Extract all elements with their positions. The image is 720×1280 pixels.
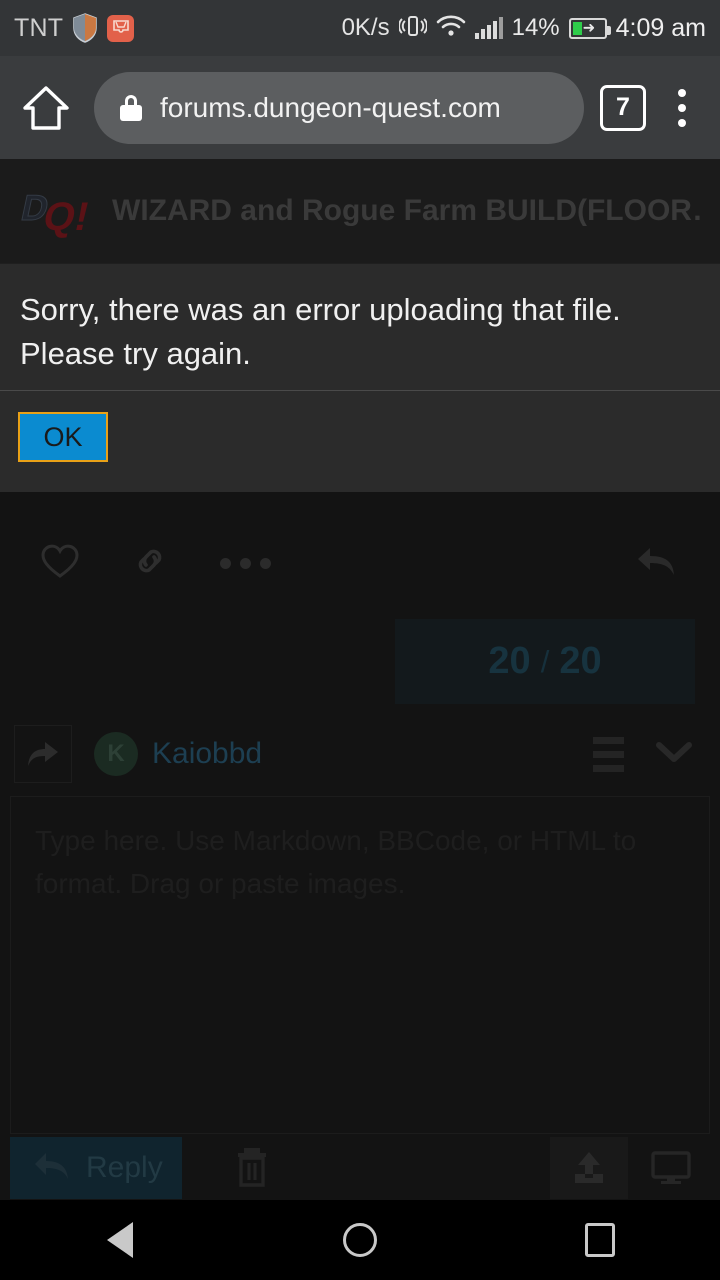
back-triangle-icon[interactable]: [80, 1200, 160, 1280]
reply-arrow-icon: [32, 1149, 72, 1188]
home-circle-icon[interactable]: [320, 1200, 400, 1280]
ok-button[interactable]: OK: [18, 412, 108, 462]
reply-arrow-icon[interactable]: [634, 542, 680, 585]
clock-label: 4:09 am: [615, 13, 706, 42]
upload-progress-panel: 20 / 20: [395, 619, 695, 704]
status-bar: TNT 0K/s 14% ➜ 4:09 am: [0, 0, 720, 56]
android-nav-bar: [0, 1200, 720, 1280]
signal-bars-icon: [474, 17, 503, 39]
url-text: forums.dungeon-quest.com: [160, 91, 501, 123]
upload-progress-current: 20: [488, 640, 531, 682]
lock-icon: [120, 94, 142, 121]
wifi-icon: [436, 14, 466, 43]
heart-icon[interactable]: [40, 543, 80, 584]
vibrate-icon: [397, 13, 428, 44]
avatar[interactable]: K: [94, 732, 138, 776]
link-icon[interactable]: [132, 543, 168, 584]
battery-icon: ➜: [568, 17, 611, 39]
url-bar[interactable]: forums.dungeon-quest.com: [94, 71, 584, 144]
network-speed-label: 0K/s: [341, 14, 390, 41]
site-header: D Q! WIZARD and Rogue Farm BUILD(FLOOR…: [0, 159, 720, 264]
dialog-divider: [0, 390, 720, 391]
error-dialog-message: Sorry, there was an error uploading that…: [20, 292, 621, 371]
overflow-menu-icon[interactable]: [662, 80, 702, 136]
chevron-down-icon[interactable]: [654, 739, 694, 770]
browser-toolbar: forums.dungeon-quest.com 7: [0, 56, 720, 159]
composer-textarea[interactable]: Type here. Use Markdown, BBCode, or HTML…: [10, 796, 710, 1134]
status-bar-right: 0K/s 14% ➜ 4:09 am: [342, 13, 706, 44]
error-dialog: Sorry, there was an error uploading that…: [0, 264, 720, 492]
tab-count-button[interactable]: 7: [600, 84, 646, 131]
composer-header-actions: [593, 736, 706, 772]
shield-icon: [72, 13, 98, 43]
recents-square-icon[interactable]: [560, 1200, 640, 1280]
svg-text:Q!: Q!: [39, 193, 90, 238]
site-logo: D Q!: [17, 180, 93, 242]
trash-icon[interactable]: [232, 1143, 272, 1194]
composer-user-row: K Kaiobbd: [0, 720, 720, 788]
post-actions-row: [0, 523, 720, 603]
inbox-app-icon: [107, 14, 135, 42]
reply-button-label: Reply: [86, 1151, 163, 1184]
status-bar-left: TNT: [14, 13, 135, 43]
hamburger-icon[interactable]: [593, 736, 624, 772]
upload-progress-total: 20: [559, 640, 602, 682]
upload-progress-separator: /: [540, 643, 550, 679]
upload-icon[interactable]: [550, 1137, 628, 1199]
reply-button[interactable]: Reply: [10, 1137, 182, 1199]
composer-right-actions: [550, 1137, 710, 1199]
composer-placeholder: Type here. Use Markdown, BBCode, or HTML…: [35, 825, 637, 899]
battery-percent-label: 14%: [511, 14, 560, 41]
composer-bottom-bar: Reply: [0, 1137, 720, 1199]
home-icon[interactable]: [18, 80, 74, 136]
phone-screen: TNT 0K/s 14% ➜ 4:09 am forums.dungeon-qu…: [0, 0, 720, 1280]
share-arrow-icon[interactable]: [14, 725, 72, 783]
topic-title: WIZARD and Rogue Farm BUILD(FLOOR…: [112, 194, 702, 227]
monitor-icon[interactable]: [632, 1137, 710, 1199]
carrier-label: TNT: [14, 13, 64, 42]
ellipsis-icon[interactable]: [220, 557, 271, 569]
username-label[interactable]: Kaiobbd: [152, 737, 262, 771]
